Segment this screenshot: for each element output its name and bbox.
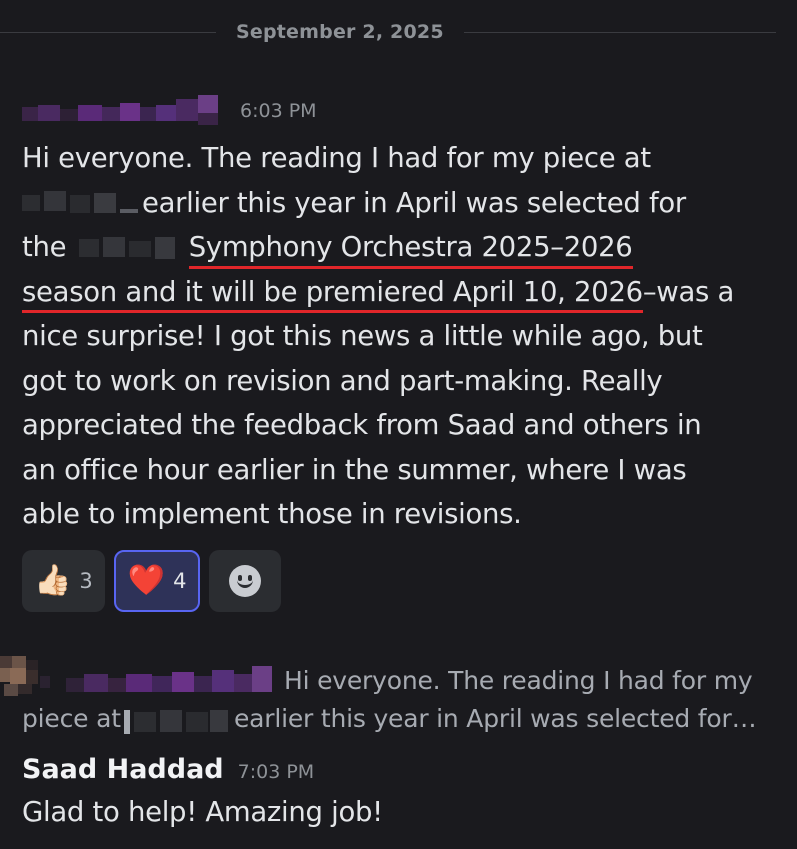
message2-timestamp: 7:03 PM bbox=[237, 761, 315, 783]
reply-preview-line2-post: earlier this year in April was selected … bbox=[234, 704, 757, 733]
message-line: nice surprise! I got this news a little … bbox=[22, 314, 782, 359]
message-text: nice surprise! I got this news a little … bbox=[22, 320, 703, 352]
divider-line-left bbox=[0, 31, 216, 33]
message-line: able to implement those in revisions. bbox=[22, 492, 782, 537]
reaction-count: 3 bbox=[79, 569, 93, 593]
message-text: the bbox=[22, 231, 67, 263]
reply-redacted-username bbox=[66, 662, 272, 696]
redacted-city bbox=[75, 235, 183, 261]
reaction-thumbs-up[interactable]: 👍🏻 3 bbox=[22, 550, 105, 612]
reply-preview-line2-pre: piece at bbox=[22, 704, 121, 733]
chat-view: September 2, 2025 6:03 PM Hi everyone. T… bbox=[0, 0, 797, 849]
message-line: earlier this year in April was selected … bbox=[22, 181, 782, 226]
message-line: appreciated the feedback from Saad and o… bbox=[22, 403, 782, 448]
reply-avatar bbox=[0, 656, 52, 700]
message-line: got to work on revision and part-making.… bbox=[22, 359, 782, 404]
reaction-heart[interactable]: ❤️ 4 bbox=[113, 550, 201, 612]
highlighted-orchestra-text: Symphony Orchestra 2025–2026 bbox=[188, 225, 633, 270]
reaction-count: 4 bbox=[173, 569, 187, 593]
divider-line-right bbox=[463, 31, 776, 33]
message-line: the Symphony Orchestra 2025–2026 bbox=[22, 225, 782, 270]
message-timestamp: 6:03 PM bbox=[240, 100, 317, 122]
reactions-bar: 👍🏻 3 ❤️ 4 bbox=[22, 550, 282, 614]
redacted-username[interactable] bbox=[22, 95, 218, 127]
thumbs-up-icon: 👍🏻 bbox=[34, 563, 72, 598]
message-text: Hi everyone. The reading I had for my pi… bbox=[22, 142, 651, 174]
date-divider: September 2, 2025 bbox=[0, 14, 797, 50]
author-name[interactable]: Saad Haddad bbox=[22, 754, 224, 785]
divider-date: September 2, 2025 bbox=[236, 21, 444, 43]
reply-redacted-venue bbox=[124, 706, 228, 736]
message2-body: Glad to help! Amazing job! bbox=[22, 796, 383, 828]
add-reaction-button[interactable] bbox=[209, 550, 282, 612]
redacted-venue bbox=[22, 190, 140, 217]
message-line: Hi everyone. The reading I had for my pi… bbox=[22, 136, 782, 181]
message-body: Hi everyone. The reading I had for my pi… bbox=[22, 136, 782, 537]
message-text: earlier this year in April was selected … bbox=[142, 186, 686, 219]
message-header: 6:03 PM bbox=[22, 93, 422, 127]
message-line: an office hour earlier in the summer, wh… bbox=[22, 448, 782, 493]
message-text: appreciated the feedback from Saad and o… bbox=[22, 409, 702, 441]
highlighted-premiere-text: season and it will be premiered April 10… bbox=[22, 270, 643, 315]
add-reaction-smiley-icon bbox=[229, 565, 262, 597]
message-text: able to implement those in revisions. bbox=[22, 498, 522, 530]
message-text: –was a bbox=[642, 275, 735, 308]
reply-preview-line1: Hi everyone. The reading I had for my bbox=[284, 666, 753, 695]
reply-preview[interactable]: Hi everyone. The reading I had for my pi… bbox=[0, 656, 797, 740]
message-line: season and it will be premiered April 10… bbox=[22, 270, 782, 315]
red-heart-icon: ❤️ bbox=[127, 563, 166, 598]
message-text: an office hour earlier in the summer, wh… bbox=[22, 453, 687, 486]
message2-header: Saad Haddad 7:03 PM bbox=[22, 754, 314, 794]
message-text: got to work on revision and part-making.… bbox=[22, 364, 663, 397]
